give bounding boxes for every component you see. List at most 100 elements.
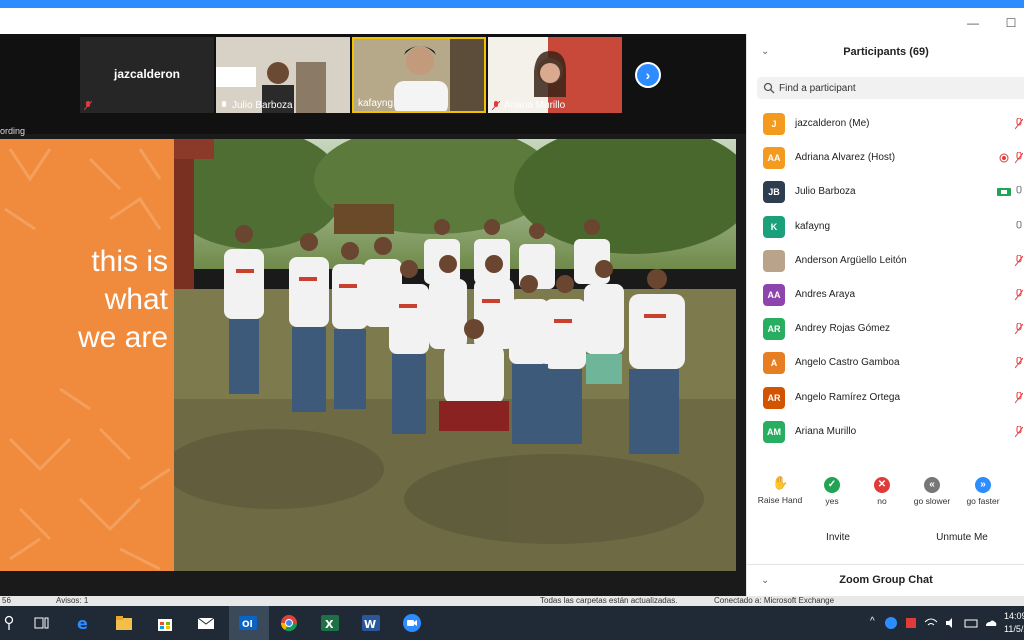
reaction-label: Raise Hand	[757, 495, 803, 505]
muted-mic-icon[interactable]	[1015, 357, 1023, 369]
participants-header: ⌄ Participants (69)	[747, 42, 1024, 64]
muted-mic-icon[interactable]	[1015, 391, 1023, 404]
video-tile-kafayng[interactable]: kafayng	[352, 37, 486, 113]
avatar: K	[763, 215, 785, 238]
word-icon[interactable]: W	[361, 613, 381, 633]
go-slower-button[interactable]: « go slower	[905, 474, 959, 506]
network-icon[interactable]	[884, 616, 898, 630]
svg-text:W: W	[364, 618, 376, 631]
video-tile-ariana-murillo[interactable]: Ariana Murillo	[488, 37, 622, 113]
clock-time: 14:09	[1004, 611, 1024, 621]
search-input[interactable]	[779, 80, 1019, 96]
participant-row[interactable]: J jazcalderon (Me)	[747, 108, 1024, 142]
participant-name: jazcalderon (Me)	[795, 118, 870, 129]
rewind-icon: «	[924, 477, 940, 493]
minimize-button[interactable]: —	[966, 16, 980, 30]
mic-icon	[222, 101, 226, 107]
zoom-icon[interactable]	[402, 613, 422, 633]
fast-forward-icon: »	[975, 477, 991, 493]
participant-name: Andres Araya	[795, 288, 856, 300]
participant-name: Julio Barboza	[795, 186, 856, 198]
svg-text:Ol: Ol	[242, 620, 253, 630]
outlook-icon[interactable]: Ol	[238, 613, 258, 633]
file-explorer-icon[interactable]	[114, 613, 134, 633]
check-icon: ✓	[824, 477, 840, 493]
top-accent-bar	[0, 0, 1024, 8]
screen: — ☐ jazcalderon Julio Barboza kafayng Ar…	[0, 0, 1024, 640]
maximize-button[interactable]: ☐	[1004, 16, 1018, 30]
reaction-label: go faster	[966, 496, 1000, 506]
show-hidden-icons-icon[interactable]: ^	[870, 616, 875, 627]
participants-panel: ⌄ Participants (69) J jazcalderon (Me) A…	[746, 34, 1024, 596]
mic-icon[interactable]	[1015, 220, 1023, 233]
task-view-icon[interactable]	[32, 613, 52, 633]
edge-icon[interactable]: e	[74, 613, 94, 633]
video-tile-jazcalderon[interactable]: jazcalderon	[80, 37, 214, 113]
go-faster-button[interactable]: » go faster	[956, 474, 1010, 506]
muted-mic-icon[interactable]	[1015, 254, 1023, 267]
participant-name: Adriana Alvarez (Host)	[795, 152, 896, 164]
invite-button[interactable]: Invite	[813, 527, 863, 549]
mail-icon[interactable]	[196, 613, 216, 633]
unmute-me-button[interactable]: Unmute Me	[927, 527, 997, 549]
participant-row[interactable]: AM Ariana Murillo	[747, 416, 1024, 450]
avatar: AA	[763, 283, 785, 306]
search-icon	[763, 82, 775, 94]
store-icon[interactable]	[155, 613, 175, 633]
mic-icon[interactable]	[1015, 186, 1023, 198]
x-icon: ✕	[874, 477, 890, 493]
participant-row[interactable]: K kafayng	[747, 211, 1024, 245]
screen-share-icon	[997, 188, 1011, 197]
recording-label: ording	[0, 126, 26, 136]
avatar: AR	[763, 386, 785, 409]
svg-text:X: X	[325, 618, 334, 631]
no-button[interactable]: ✕ no	[855, 474, 909, 506]
slide-line-2: what	[104, 283, 168, 316]
muted-mic-icon[interactable]	[1015, 152, 1023, 164]
muted-mic-icon[interactable]	[1015, 288, 1023, 301]
nonverbal-feedback-bar: ✋ Raise Hand ✓ yes ✕ no « go slower » go…	[747, 474, 1024, 514]
yes-button[interactable]: ✓ yes	[805, 474, 859, 506]
raise-hand-icon: ✋	[772, 475, 789, 490]
participant-row[interactable]: A Angelo Castro Gamboa	[747, 347, 1024, 381]
outlook-status-bar: 56 Avisos: 1 Todas las carpetas están ac…	[0, 596, 1024, 606]
security-icon[interactable]	[904, 616, 918, 630]
participant-row[interactable]: Anderson Argüello Leitón	[747, 245, 1024, 279]
group-photo-image	[174, 139, 736, 571]
meeting-area: jazcalderon Julio Barboza kafayng Ariana…	[0, 34, 746, 596]
muted-mic-icon[interactable]	[1015, 323, 1023, 335]
muted-mic-icon[interactable]	[1015, 425, 1023, 438]
excel-icon[interactable]: X	[320, 613, 340, 633]
reaction-label: no	[877, 496, 887, 506]
participant-search[interactable]	[757, 77, 1024, 99]
reaction-label: go slower	[913, 496, 951, 506]
participant-row[interactable]: AA Andres Araya	[747, 279, 1024, 313]
chrome-icon[interactable]	[279, 613, 299, 633]
tile-name: Ariana Murillo	[504, 100, 566, 111]
status-avisos: Avisos: 1	[56, 596, 89, 605]
wifi-icon[interactable]	[924, 616, 938, 630]
participant-row[interactable]: AA Adriana Alvarez (Host)	[747, 142, 1024, 176]
avatar: AA	[763, 147, 785, 170]
avatar: JB	[763, 181, 785, 204]
raise-hand-button[interactable]: ✋ Raise Hand	[753, 474, 807, 505]
participant-row[interactable]: JB Julio Barboza	[747, 176, 1024, 210]
participant-row[interactable]: AR Andrey Rojas Gómez	[747, 313, 1024, 347]
participant-row[interactable]: AR Angelo Ramírez Ortega	[747, 382, 1024, 416]
next-page-button[interactable]: ›	[635, 62, 661, 88]
keyboard-icon[interactable]	[964, 616, 978, 630]
chat-header[interactable]: ⌄ Zoom Group Chat	[747, 564, 1024, 596]
video-tile-julio-barboza[interactable]: Julio Barboza	[216, 37, 350, 113]
muted-mic-icon[interactable]	[1015, 118, 1023, 130]
clock-date: 11/5/20	[1004, 624, 1024, 634]
system-clock[interactable]: 14:09 11/5/20	[1004, 610, 1024, 636]
participant-name: Ariana Murillo	[795, 425, 857, 437]
slide-line-1: this is	[91, 245, 168, 278]
avatar: AM	[763, 420, 785, 443]
recording-icon	[999, 153, 1009, 163]
participant-name: Angelo Castro Gamboa	[795, 357, 900, 369]
onedrive-icon[interactable]	[984, 616, 998, 630]
slide-heading: this is what we are	[28, 243, 168, 357]
volume-icon[interactable]	[944, 616, 958, 630]
search-icon[interactable]	[4, 615, 14, 631]
